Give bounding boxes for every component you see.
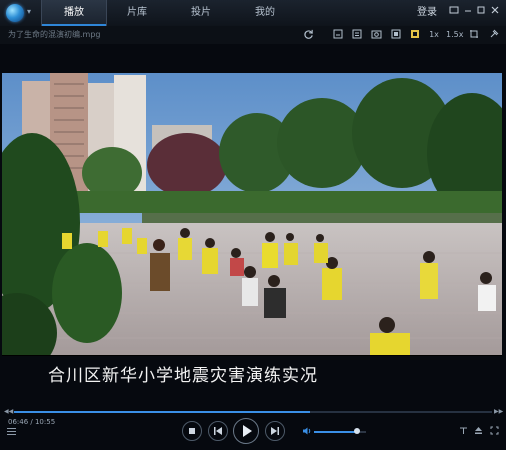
maximize-button[interactable]: [474, 5, 488, 19]
title-bar: ▾ 播放 片库 投片 我的 登录: [0, 0, 506, 27]
volume-fill: [314, 431, 357, 433]
login-link[interactable]: 登录: [417, 0, 437, 26]
stop-button[interactable]: [182, 421, 202, 441]
seek-forward-icon[interactable]: ▶▶: [494, 408, 503, 416]
play-icon: [243, 425, 252, 437]
player-window: ▾ 播放 片库 投片 我的 登录 为了生命的混演初编.mpg 1x 1.5x 合…: [0, 0, 506, 450]
logo-menu-chevron-icon[interactable]: ▾: [27, 8, 31, 16]
volume-knob[interactable]: [354, 428, 360, 434]
file-name: 为了生命的混演初编.mpg: [8, 30, 101, 39]
video-scene: [2, 73, 502, 356]
seek-back-icon[interactable]: ◀◀: [4, 408, 13, 416]
next-button[interactable]: [265, 421, 285, 441]
crop-icon[interactable]: [468, 29, 480, 41]
seek-fill: [14, 411, 310, 413]
volume-icon[interactable]: [302, 426, 312, 436]
minimize-button[interactable]: [461, 5, 475, 19]
tab-library[interactable]: 片库: [105, 0, 169, 26]
bookmark-icon[interactable]: [409, 29, 421, 41]
time-display: 06:46 / 10:55: [8, 418, 56, 426]
menu-icon[interactable]: [7, 428, 16, 436]
close-button[interactable]: [488, 5, 502, 19]
tab-cast[interactable]: 投片: [169, 0, 233, 26]
playlist-icon[interactable]: [351, 29, 363, 41]
volume-slider[interactable]: [314, 428, 366, 434]
stop-icon: [189, 428, 195, 434]
video-subtitle: 合川区新华小学地震灾害演练实况: [48, 366, 318, 386]
speed-15x-button[interactable]: 1.5x: [446, 29, 463, 41]
screenshot-icon[interactable]: [370, 29, 382, 41]
speed-1x-button[interactable]: 1x: [428, 29, 440, 41]
subtitle-icon[interactable]: [332, 29, 344, 41]
fullscreen-icon[interactable]: [489, 426, 499, 436]
previous-icon: [214, 427, 222, 435]
tab-mine[interactable]: 我的: [233, 0, 297, 26]
app-logo-icon[interactable]: [6, 4, 24, 22]
video-frame[interactable]: [2, 73, 502, 356]
seek-track[interactable]: [14, 411, 492, 413]
eject-icon[interactable]: [473, 426, 483, 436]
file-toolbar: 为了生命的混演初编.mpg 1x 1.5x: [0, 26, 506, 44]
skin-button[interactable]: [447, 5, 461, 19]
tab-play[interactable]: 播放: [41, 0, 107, 26]
subtitle-toggle-icon[interactable]: [458, 426, 468, 436]
pin-icon[interactable]: [488, 29, 500, 41]
play-button[interactable]: [233, 418, 259, 444]
window-icon[interactable]: [390, 29, 402, 41]
seek-bar[interactable]: ◀◀ ▶▶: [4, 408, 503, 416]
next-icon: [271, 427, 279, 435]
refresh-icon[interactable]: [302, 29, 314, 41]
previous-button[interactable]: [208, 421, 228, 441]
